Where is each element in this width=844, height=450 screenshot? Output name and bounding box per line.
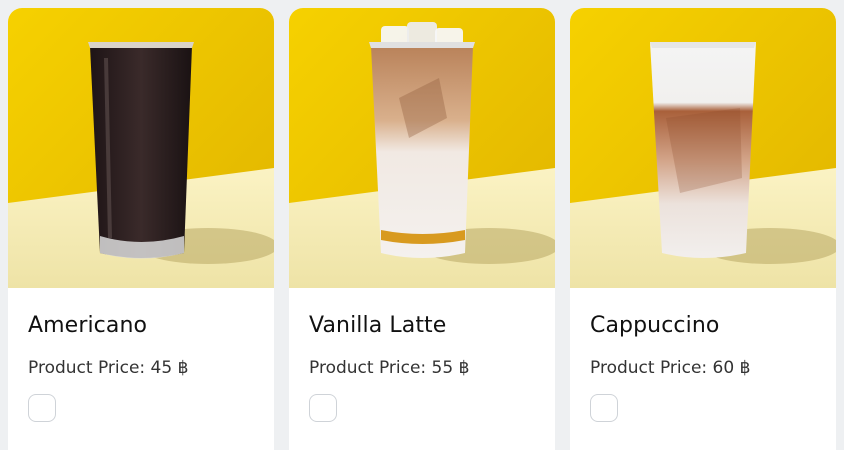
product-name: Cappuccino [590, 313, 720, 338]
product-card-americano[interactable]: Americano Product Price: 45 ฿ [8, 8, 274, 450]
iced-americano-glass-icon [8, 8, 274, 288]
iced-vanilla-latte-glass-icon [289, 8, 555, 288]
product-name: Vanilla Latte [309, 313, 447, 338]
product-grid: Americano Product Price: 45 ฿ Vanilla La… [0, 0, 844, 450]
product-card-vanilla-latte[interactable]: Vanilla Latte Product Price: 55 ฿ [289, 8, 555, 450]
product-price: Product Price: 45 ฿ [28, 358, 189, 378]
product-card-cappuccino[interactable]: Cappuccino Product Price: 60 ฿ [570, 8, 836, 450]
select-checkbox[interactable] [309, 394, 337, 422]
product-price: Product Price: 60 ฿ [590, 358, 751, 378]
product-price: Product Price: 55 ฿ [309, 358, 470, 378]
select-checkbox[interactable] [590, 394, 618, 422]
iced-cappuccino-glass-icon [570, 8, 836, 288]
product-name: Americano [28, 313, 148, 338]
select-checkbox[interactable] [28, 394, 56, 422]
